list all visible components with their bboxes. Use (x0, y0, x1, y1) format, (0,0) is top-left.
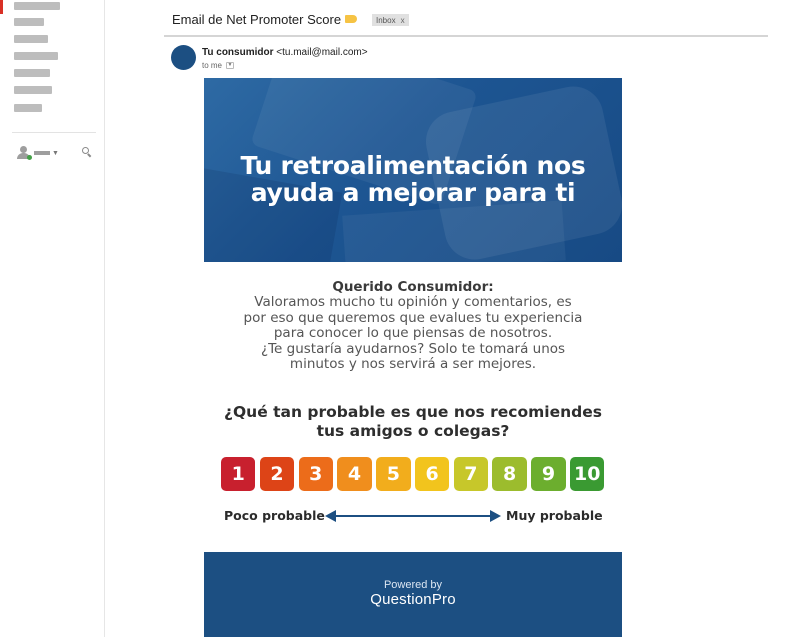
sidebar: ▼ (0, 0, 105, 637)
sender-email: <tu.mail@mail.com> (276, 47, 368, 58)
recipient-text: to me (202, 61, 223, 70)
score-button-7[interactable]: 7 (453, 457, 489, 491)
body-line: por eso que queremos que evalues tu expe… (243, 309, 583, 326)
chevron-down-icon[interactable]: ▼ (52, 150, 59, 157)
email-footer: Powered by QuestionPro (204, 552, 622, 637)
avatar[interactable] (171, 45, 196, 70)
score-button-6[interactable]: 6 (414, 457, 450, 491)
nps-scale: 1 2 3 4 5 6 7 8 9 10 (221, 457, 605, 491)
sidebar-item-7[interactable] (14, 104, 42, 112)
search-icon[interactable] (82, 147, 92, 158)
inbox-label-text: Inbox (376, 15, 396, 25)
score-button-1[interactable]: 1 (221, 457, 256, 491)
body-text: Valoramos mucho tu opinión y comentarios… (204, 294, 622, 373)
sidebar-divider (12, 132, 96, 133)
body-line: ¿Te gustaría ayudarnos? Solo te tomará u… (260, 340, 566, 357)
score-button-9[interactable]: 9 (531, 457, 566, 491)
greeting: Querido Consumidor: (332, 279, 494, 295)
sidebar-item-2[interactable] (14, 18, 44, 26)
score-button-10[interactable]: 10 (570, 457, 605, 491)
sidebar-item-3[interactable] (14, 35, 48, 43)
nps-question: ¿Qué tan probable es que nos recomiendes… (204, 403, 622, 441)
body-line: minutos y nos servirá a ser mejores. (289, 356, 537, 373)
sender-line: Tu consumidor <tu.mail@mail.com> (202, 47, 368, 58)
recipient-details-icon[interactable]: ▼ (226, 62, 235, 69)
scale-left-label: Poco probable (224, 508, 325, 523)
sidebar-item-4[interactable] (14, 52, 58, 60)
sidebar-item-5[interactable] (14, 69, 50, 77)
question-line-1: ¿Qué tan probable es que nos recomiendes (224, 403, 602, 421)
score-button-5[interactable]: 5 (376, 457, 411, 491)
brand-logo[interactable]: QuestionPro (204, 591, 622, 608)
score-button-2[interactable]: 2 (259, 457, 295, 491)
body-line: para conocer lo que piensas de nosotros. (273, 325, 553, 342)
powered-by: Powered by (383, 579, 443, 591)
double-arrow-icon (325, 510, 501, 522)
recipient-line: to me ▼ (202, 61, 235, 70)
header-divider (164, 35, 768, 37)
inbox-label[interactable]: Inbox x (372, 14, 409, 26)
hero-banner: Tu retroalimentación nos ayuda a mejorar… (204, 78, 622, 262)
score-button-3[interactable]: 3 (298, 457, 333, 491)
label-tag-icon[interactable] (345, 15, 357, 23)
compose-indicator (0, 0, 3, 14)
hero-title-line-2: ayuda a mejorar para ti (250, 178, 576, 207)
sender-name[interactable]: Tu consumidor (202, 47, 273, 58)
user-name[interactable] (34, 151, 50, 155)
hero-title-line-1: Tu retroalimentación nos (240, 151, 586, 180)
score-button-8[interactable]: 8 (492, 457, 527, 491)
close-icon[interactable]: x (401, 16, 405, 25)
hero-title: Tu retroalimentación nos ayuda a mejorar… (204, 152, 622, 206)
person-icon[interactable] (16, 146, 34, 162)
question-line-2: tus amigos o colegas? (316, 422, 510, 440)
scale-right-label: Muy probable (506, 508, 603, 523)
sidebar-item-6[interactable] (14, 86, 52, 94)
email-subject: Email de Net Promoter Score (172, 12, 342, 27)
score-button-4[interactable]: 4 (337, 457, 372, 491)
body-line: Valoramos mucho tu opinión y comentarios… (254, 294, 572, 310)
sidebar-item-1[interactable] (14, 2, 60, 10)
